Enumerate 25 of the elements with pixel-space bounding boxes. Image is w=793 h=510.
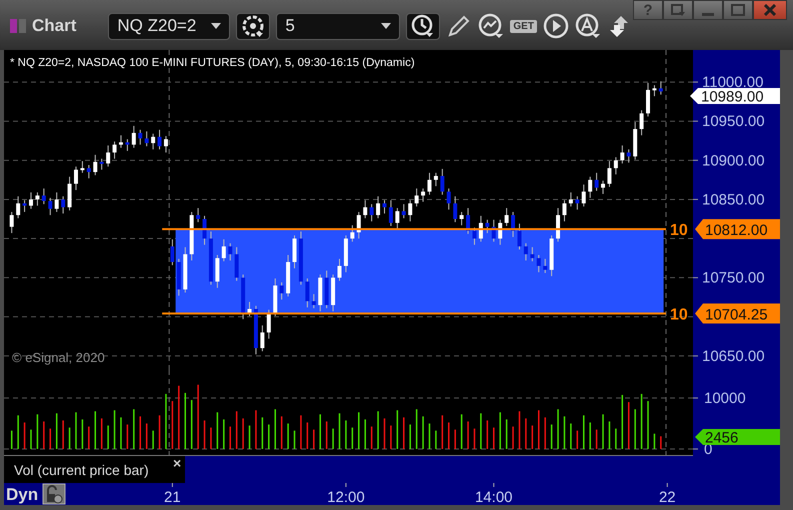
- symbol-dropdown[interactable]: NQ Z20=2: [108, 12, 230, 40]
- scale-mode-label: Dyn: [6, 485, 38, 504]
- get-button[interactable]: GET: [510, 20, 537, 32]
- price-tick-label: 10900.00: [702, 152, 765, 170]
- price-tick-label: 10850.00: [702, 191, 765, 208]
- interval-dropdown[interactable]: 5: [276, 12, 400, 40]
- last-price-tag: 10989.00: [690, 88, 780, 106]
- time-label: 14:00: [474, 489, 513, 505]
- level-price-tag: 10704.25: [695, 303, 780, 324]
- level-label: 10: [670, 306, 688, 324]
- price-tick-label: 10750.00: [702, 270, 765, 287]
- price-tick-label: 10950.00: [702, 113, 765, 130]
- study-title: Vol (current price bar): [14, 462, 149, 478]
- close-study-button[interactable]: ×: [173, 455, 182, 471]
- price-tick-label: 10650.00: [702, 348, 765, 365]
- level-price-tag: 10812.00: [695, 219, 780, 240]
- chart-legend: * NQ Z20=2, NASDAQ 100 E-MINI FUTURES (DAY), 5, 09:30-16:15 (Dynamic): [10, 57, 415, 69]
- window-title: Chart: [32, 16, 76, 36]
- last-volume-tag: 2456: [695, 429, 780, 446]
- level-label: 10: [670, 222, 688, 240]
- time-label: 21: [164, 489, 181, 505]
- time-label: 22: [658, 489, 676, 505]
- time-label: 12:00: [327, 489, 365, 505]
- volume-tick-label: 10000: [704, 390, 746, 407]
- copyright-text: © eSignal, 2020: [12, 350, 105, 365]
